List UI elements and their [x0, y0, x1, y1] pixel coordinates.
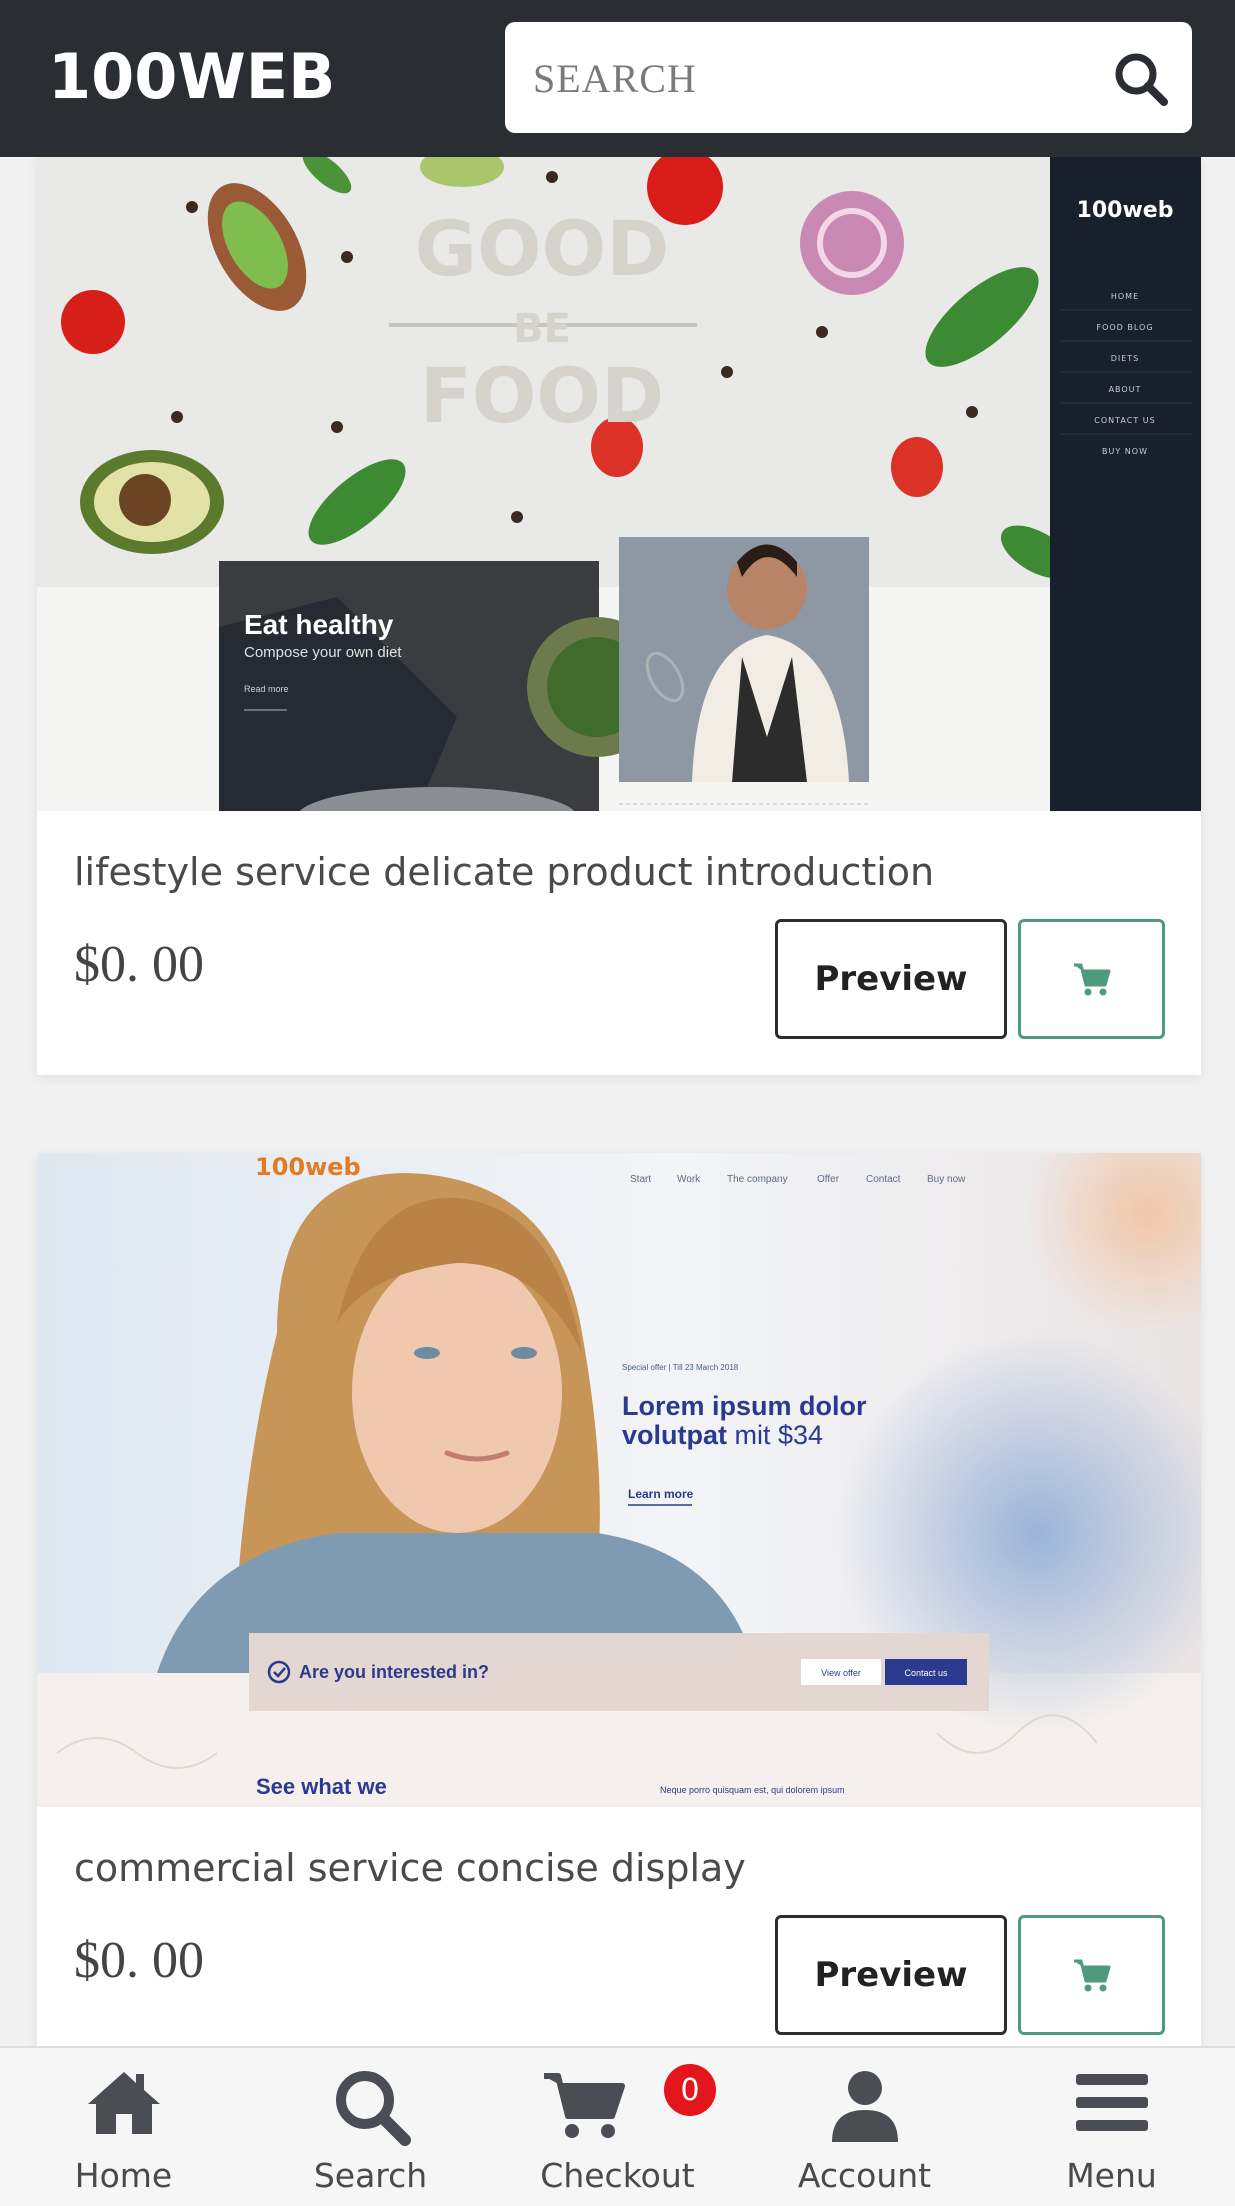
- product-thumbnail[interactable]: 100web Start Work The company Offer Cont…: [37, 1153, 1201, 1807]
- preview-button[interactable]: Preview: [775, 919, 1007, 1039]
- nav-menu[interactable]: Menu: [988, 2048, 1235, 2206]
- nav-checkout[interactable]: 0 Checkout: [494, 2048, 741, 2206]
- thumb-headline-mid: BE: [513, 306, 571, 352]
- thumb-cta-contact: Contact us: [904, 1668, 948, 1678]
- search-icon: [335, 2071, 411, 2146]
- nav-account[interactable]: Account: [741, 2048, 988, 2206]
- product-card: GOOD BE FOOD 100web HOME FOOD BLOG DIETS…: [37, 157, 1201, 1075]
- thumb-headline-bold: volutpat: [622, 1420, 727, 1450]
- preview-button[interactable]: Preview: [775, 1915, 1007, 2035]
- nav-account-label: Account: [797, 2156, 932, 2195]
- cart-icon: [1073, 963, 1110, 996]
- thumb-promo-title: Eat healthy: [244, 609, 394, 640]
- thumb-nav-item: Contact: [866, 1174, 901, 1185]
- thumb-learn-more: Learn more: [628, 1487, 694, 1501]
- svg-text:volutpat mit $34: volutpat mit $34: [622, 1420, 823, 1450]
- thumb-nav-item: ABOUT: [1109, 385, 1142, 394]
- thumb-bottom-heading: See what we: [256, 1774, 387, 1799]
- product-price: $0. 00: [74, 936, 204, 993]
- user-icon: [831, 2071, 898, 2142]
- thumb-nav-item: The company: [727, 1174, 788, 1185]
- thumb-brand: 100web: [1077, 198, 1174, 223]
- cart-icon: [544, 2073, 625, 2138]
- nav-home-label: Home: [74, 2156, 173, 2195]
- nav-home[interactable]: Home: [0, 2048, 247, 2206]
- top-header: 100WEB: [0, 0, 1235, 157]
- search-button[interactable]: [1112, 50, 1170, 108]
- thumb-cta-question: Are you interested in?: [299, 1662, 489, 1682]
- thumb-nav-item: Buy now: [927, 1174, 966, 1185]
- thumb-quote: Neque porro quisquam est, qui dolorem ip…: [660, 1785, 845, 1795]
- thumb-nav-item: Work: [677, 1174, 701, 1185]
- thumb-cta-view: View offer: [821, 1668, 861, 1678]
- food-template-preview: GOOD BE FOOD 100web HOME FOOD BLOG DIETS…: [37, 157, 1201, 811]
- thumb-nav-item: BUY NOW: [1102, 447, 1148, 456]
- thumb-headline-line1: Lorem ipsum dolor: [622, 1391, 867, 1421]
- thumb-promo-sub: Compose your own diet: [244, 644, 402, 661]
- thumb-nav-item: CONTACT US: [1094, 416, 1155, 425]
- search-input[interactable]: [533, 48, 1093, 108]
- thumb-headline-bottom: FOOD: [420, 351, 664, 440]
- thumb-nav-item: FOOD BLOG: [1096, 323, 1153, 332]
- thumb-brand: 100web: [255, 1153, 361, 1181]
- nav-search[interactable]: Search: [247, 2048, 494, 2206]
- thumb-nav-item: DIETS: [1111, 354, 1140, 363]
- thumb-nav-item: Start: [630, 1174, 651, 1185]
- search-icon: [1115, 53, 1168, 106]
- nav-search-label: Search: [313, 2156, 428, 2195]
- thumb-nav-item: HOME: [1111, 292, 1139, 301]
- thumb-headline-top: GOOD: [415, 204, 670, 293]
- business-template-preview: 100web Start Work The company Offer Cont…: [37, 1153, 1201, 1807]
- add-to-cart-button[interactable]: [1018, 1915, 1165, 2035]
- product-price: $0. 00: [74, 1932, 204, 1989]
- thumb-offer: Special offer | Till 23 March 2018: [622, 1363, 739, 1372]
- add-to-cart-button[interactable]: [1018, 919, 1165, 1039]
- menu-icon: [1075, 2074, 1148, 2131]
- nav-menu-label: Menu: [1066, 2156, 1157, 2195]
- search-bar: [505, 22, 1192, 133]
- product-title[interactable]: lifestyle service delicate product intro…: [74, 850, 934, 894]
- thumb-nav-item: Offer: [817, 1174, 840, 1185]
- thumb-headline-rest: mit $34: [727, 1420, 823, 1450]
- cart-count-badge: 0: [664, 2064, 716, 2116]
- bottom-navigation: Home Search 0 Checkout Account Menu: [0, 2046, 1235, 2206]
- product-card: 100web Start Work The company Offer Cont…: [37, 1153, 1201, 2103]
- thumb-promo-link: Read more: [244, 684, 289, 694]
- nav-checkout-label: Checkout: [540, 2156, 695, 2195]
- product-thumbnail[interactable]: GOOD BE FOOD 100web HOME FOOD BLOG DIETS…: [37, 157, 1201, 811]
- home-icon: [87, 2072, 160, 2134]
- product-title[interactable]: commercial service concise display: [74, 1846, 746, 1890]
- site-logo[interactable]: 100WEB: [48, 40, 335, 113]
- cart-icon: [1073, 1959, 1110, 1992]
